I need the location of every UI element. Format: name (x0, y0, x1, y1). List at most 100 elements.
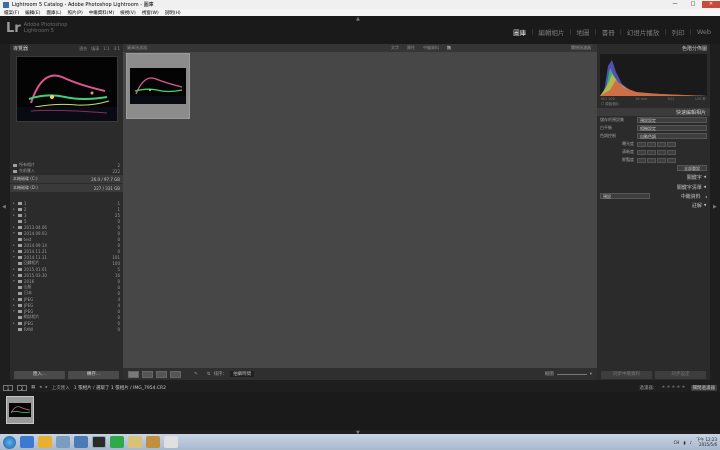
menu-metadata[interactable]: 中繼資料(M) (89, 10, 114, 16)
navigator-header[interactable]: 導覽器 適合 填滿 1:1 3:1 (10, 44, 123, 53)
chrome-icon[interactable] (38, 436, 52, 448)
module-slideshow[interactable]: 幻燈片播放 (622, 27, 665, 37)
loupe-view-button[interactable] (142, 370, 153, 378)
module-book[interactable]: 書冊 (597, 27, 620, 37)
menu-view[interactable]: 檢視(V) (120, 10, 136, 16)
top-panel-toggle-icon[interactable]: ▲ (356, 16, 360, 22)
import-button[interactable]: 匯入... (14, 371, 65, 379)
windows-taskbar: CH ▮ ♪ 下午 12:23 2015/5/6 (0, 434, 720, 450)
filter-text[interactable]: 文字 (391, 45, 399, 51)
volume-d[interactable]: 本機磁碟 (D:) 227 / 331 GB (10, 184, 123, 192)
auto-tone-button[interactable]: 自動色調 (637, 133, 707, 139)
menu-photo[interactable]: 照片(P) (68, 10, 83, 16)
right-panel-toggle-icon[interactable]: ▶ (713, 204, 717, 210)
sync-settings-button[interactable]: 同步設定 (655, 371, 706, 379)
grid-icon[interactable]: ▦ (31, 385, 35, 390)
start-button[interactable] (3, 435, 16, 449)
menu-window[interactable]: 視窗(W) (142, 10, 159, 16)
catalog-panel: 所有相片 2 先前匯入 222 本機磁碟 (C:) 26.0 / 97.7 GB… (10, 162, 123, 192)
white-balance-select[interactable]: 相機設定 (637, 125, 707, 131)
navigator-preview[interactable] (15, 56, 118, 122)
maximize-button[interactable]: □ (684, 1, 702, 8)
module-print[interactable]: 列印 (667, 27, 690, 37)
menu-edit[interactable]: 編輯(E) (25, 10, 40, 16)
folder-taskbar-icon[interactable] (128, 436, 142, 448)
module-develop[interactable]: 編輯相片 (533, 27, 569, 37)
filmstrip-source[interactable]: 上次匯入 (52, 385, 70, 391)
exposure-dec[interactable] (647, 141, 656, 147)
painter-icon[interactable]: ✎ (194, 372, 198, 377)
folder-item[interactable]: RAW 0 (10, 326, 123, 332)
histogram-header[interactable]: 色階分佈圖 (597, 44, 710, 53)
reset-all-button[interactable]: 全部重設 (677, 165, 707, 171)
filter-none[interactable]: 無 (447, 45, 451, 51)
toolbar-menu-icon[interactable]: ▾ (590, 372, 592, 377)
catalog-row-previous[interactable]: 先前匯入 222 (10, 168, 123, 174)
input-language[interactable]: CH (674, 440, 680, 445)
exposure-inc2[interactable] (667, 141, 676, 147)
volume-c[interactable]: 本機磁碟 (C:) 26.0 / 97.7 GB (10, 175, 123, 183)
back-arrow-icon[interactable]: ◂ (39, 385, 41, 390)
sort-select[interactable]: 拍攝時間 (230, 371, 255, 377)
primary-monitor-button[interactable]: 1 (3, 384, 13, 391)
export-button[interactable]: 轉存... (68, 371, 119, 379)
rating-filter[interactable]: ★★★★★ (661, 385, 686, 390)
image-viewer-icon[interactable] (74, 436, 88, 448)
secondary-monitor-button[interactable]: 2 (17, 384, 27, 391)
metadata-section[interactable]: 預設 中繼資料 ◂ (597, 192, 710, 200)
filmstrip-filter-select[interactable]: 關閉過濾器 (690, 384, 717, 391)
vibrance-row: 鮮豔度 (597, 156, 710, 164)
minimize-button[interactable]: — (666, 1, 684, 8)
grid-view-button[interactable] (128, 370, 139, 378)
quick-develop-header[interactable]: 快速編輯相片 (597, 108, 710, 116)
vibrance-dec[interactable] (647, 157, 656, 163)
close-button[interactable]: ✕ (702, 1, 720, 8)
nav-3to1[interactable]: 3:1 (114, 46, 120, 52)
vibrance-inc[interactable] (657, 157, 666, 163)
module-library[interactable]: 圖庫 (508, 27, 531, 37)
library-filter-bar: 圖庫過濾器： 文字 屬性 中繼資料 無 關閉過濾器 (123, 44, 597, 52)
lightroom-taskbar-icon[interactable] (92, 436, 106, 448)
module-map[interactable]: 地圖 (572, 27, 595, 37)
game-icon[interactable] (146, 436, 160, 448)
keyword-list-section[interactable]: 關鍵字清單 ◂ (597, 182, 710, 192)
clarity-dec2[interactable] (637, 149, 646, 155)
module-web[interactable]: Web (692, 28, 716, 36)
metadata-preset-select[interactable]: 預設 (600, 193, 650, 199)
compare-view-button[interactable] (156, 370, 167, 378)
exposure-inc[interactable] (657, 141, 666, 147)
menu-library[interactable]: 圖庫(L) (46, 10, 61, 16)
grid-cell[interactable] (126, 53, 190, 119)
keywording-section[interactable]: 關鍵字 ◂ (597, 172, 710, 182)
exposure-dec2[interactable] (637, 141, 646, 147)
volume-icon[interactable]: ♪ (690, 440, 693, 445)
filter-metadata[interactable]: 中繼資料 (423, 45, 439, 51)
preset-select[interactable]: 預設設定 (637, 117, 707, 123)
clarity-inc[interactable] (657, 149, 666, 155)
nav-fit[interactable]: 適合 (79, 46, 87, 52)
menu-help[interactable]: 說明(H) (165, 10, 181, 16)
comments-section[interactable]: 註解 ◂ (597, 200, 710, 210)
filter-attribute[interactable]: 屬性 (407, 45, 415, 51)
line-icon[interactable] (110, 436, 124, 448)
sync-metadata-button[interactable]: 同步中繼資料 (601, 371, 652, 379)
clarity-dec[interactable] (647, 149, 656, 155)
vibrance-dec2[interactable] (637, 157, 646, 163)
thumbnail-size-slider[interactable] (556, 373, 587, 375)
clock[interactable]: 下午 12:23 2015/5/6 (696, 437, 717, 447)
filter-preset-select[interactable]: 關閉過濾器 (571, 45, 591, 51)
vibrance-inc2[interactable] (667, 157, 676, 163)
network-icon[interactable]: ▮ (683, 440, 685, 445)
sort-direction-icon[interactable]: ⇅ (207, 372, 211, 377)
media-player-icon[interactable] (56, 436, 70, 448)
paint-icon[interactable] (164, 436, 178, 448)
explorer-icon[interactable] (20, 436, 34, 448)
nav-1to1[interactable]: 1:1 (103, 46, 109, 52)
nav-fill[interactable]: 填滿 (91, 46, 99, 52)
clarity-inc2[interactable] (667, 149, 676, 155)
filmstrip-thumbnail[interactable] (6, 396, 34, 424)
menu-file[interactable]: 檔案(F) (4, 10, 19, 16)
survey-view-button[interactable] (170, 370, 181, 378)
left-panel-toggle-icon[interactable]: ◀ (2, 204, 6, 210)
forward-arrow-icon[interactable]: ▸ (46, 385, 48, 390)
